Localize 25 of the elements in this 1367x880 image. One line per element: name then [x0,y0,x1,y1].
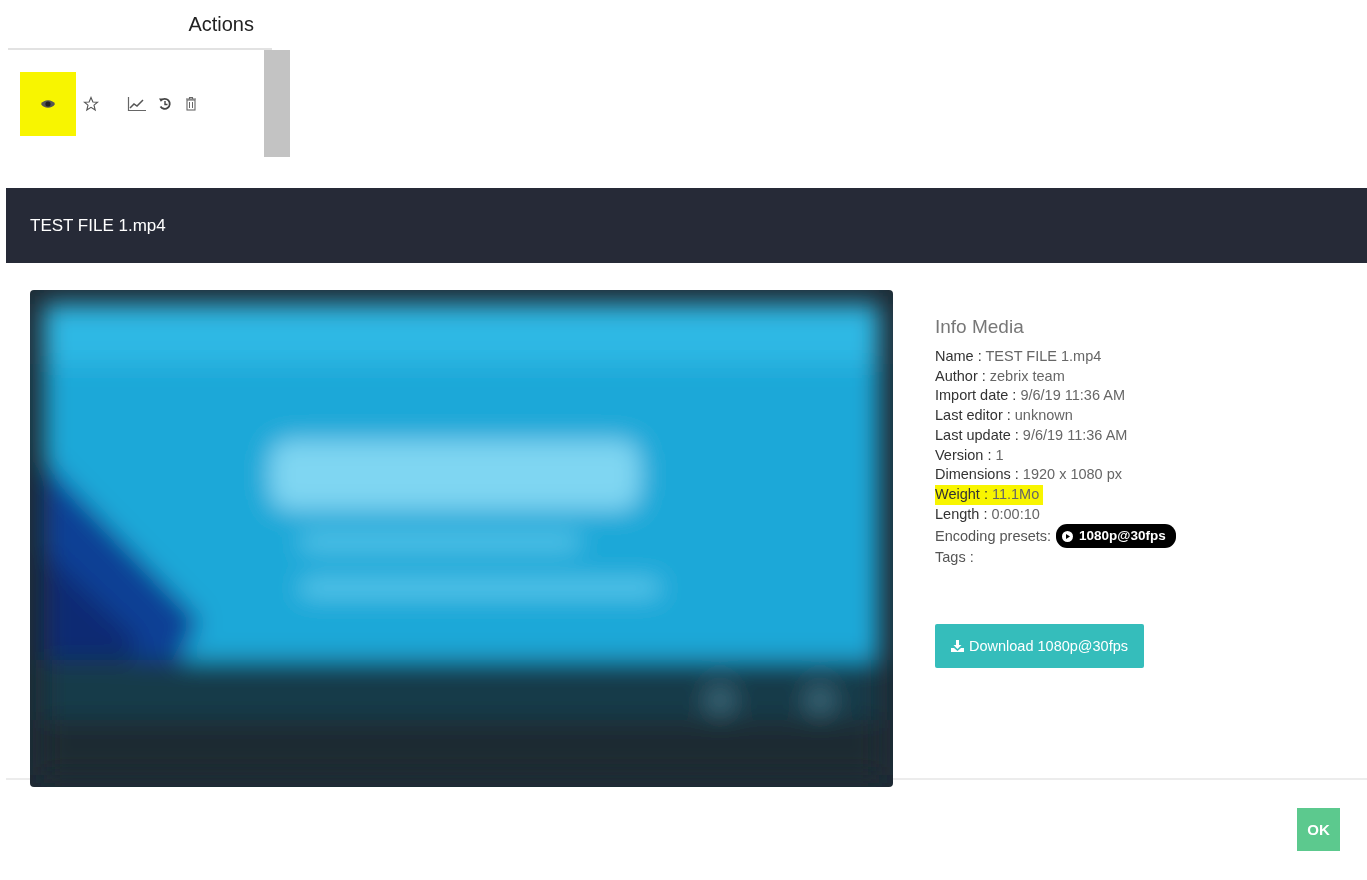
download-button[interactable]: Download 1080p@30fps [935,624,1145,669]
dialog-title: TEST FILE 1.mp4 [30,215,166,236]
preset-badge: 1080p@30fps [1056,524,1176,549]
column-heading: Actions [188,12,254,36]
scrollbar[interactable] [264,50,290,157]
info-line: Author : zebrix team [935,366,1066,386]
view-button[interactable] [20,71,76,136]
ok-button[interactable]: OK [1297,808,1340,851]
history-icon [158,96,172,111]
info-label: Tags : [935,548,975,568]
info-line: Length : 0:00:10 [935,504,1041,524]
info-line: Name : TEST FILE 1.mp4 [935,347,1103,366]
eye-icon [40,97,56,110]
info-label: Encoding presets: [935,527,1052,547]
download-icon [951,640,964,653]
play-icon [1062,530,1074,542]
trash-icon [185,96,197,111]
info-line: Import date : 9/6/19 11:36 AM [935,386,1126,406]
line-chart-icon [127,95,147,112]
info-line: Version : 1 [935,445,1005,465]
star-icon [83,95,99,112]
info-line: Dimensions : 1920 x 1080 px [935,465,1123,485]
info-line: Last update : 9/6/19 11:36 AM [935,425,1129,445]
info-line: Last editor : unknown [935,406,1074,426]
section-heading: Info Media [935,316,1024,338]
